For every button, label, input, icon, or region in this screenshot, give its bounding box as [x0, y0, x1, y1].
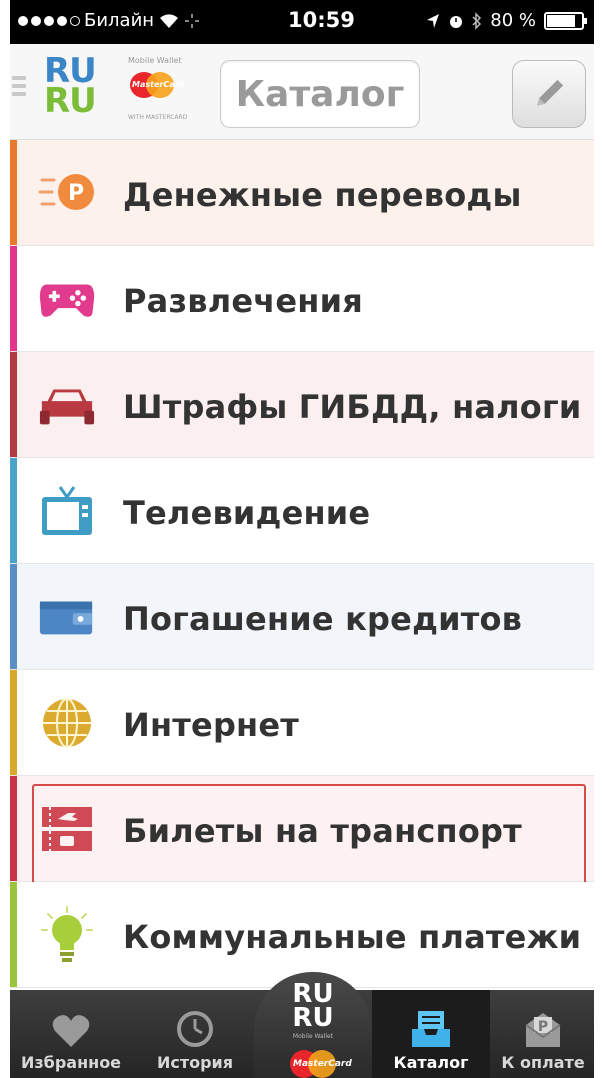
list-item[interactable]: P Денежные переводы [10, 140, 594, 246]
tray-icon [412, 1011, 450, 1047]
lightbulb-icon [38, 906, 96, 962]
list-item-label: Денежные переводы [123, 176, 522, 214]
list-item[interactable]: Штрафы ГИБДД, налоги [10, 352, 594, 458]
carrier-name: Билайн [84, 10, 155, 31]
svg-text:P: P [68, 181, 84, 206]
mobile-wallet-caption: Mobile Wallet [128, 56, 182, 65]
list-item-label: Коммунальные платежи [123, 918, 582, 956]
status-right: 80 % [426, 10, 587, 31]
list-item-label: Погашение кредитов [123, 600, 523, 638]
list-item-label: Интернет [123, 706, 300, 744]
center-mastercard-logo: MasterCard [290, 1050, 352, 1078]
globe-icon [38, 696, 96, 750]
ticket-icon [38, 802, 96, 856]
list-item[interactable]: Билеты на транспорт [10, 776, 594, 890]
alarm-icon [450, 15, 463, 28]
tab-label: Каталог [393, 1053, 469, 1072]
menu-icon[interactable] [12, 76, 26, 102]
center-logo-text: RU RU [292, 979, 334, 1033]
tab-label: Избранное [20, 1053, 122, 1072]
battery-icon [544, 11, 587, 30]
list-item[interactable]: Развлечения [10, 246, 594, 352]
catalog-list: P Денежные переводы Развлечения Штрафы Г… [10, 140, 594, 988]
pencil-icon [536, 79, 564, 107]
tab-home-logo[interactable]: RU RU Mobile Wallet MasterCard [254, 972, 372, 1078]
svg-text:P: P [538, 1019, 548, 1035]
list-item[interactable]: Телевидение [10, 458, 594, 564]
list-item-label: Штрафы ГИБДД, налоги [123, 388, 582, 426]
tab-label: К оплате [501, 1053, 585, 1072]
clock-icon [177, 1011, 213, 1047]
tab-label: История [156, 1053, 234, 1072]
heart-icon [52, 1015, 90, 1047]
phone-screen: Билайн 10:59 80 % RU RU Mobile Wallet Ma… [10, 0, 594, 1078]
list-item[interactable]: Погашение кредитов [10, 564, 594, 670]
ruru-logo: RU RU Mobile Wallet MasterCard WITH MAST… [44, 51, 194, 132]
edit-button[interactable] [512, 60, 586, 128]
tab-favorites[interactable]: Избранное [10, 990, 132, 1078]
signal-icon [18, 15, 80, 26]
clock: 10:59 [288, 8, 355, 32]
page-title: Каталог [220, 60, 420, 128]
gamepad-icon [38, 272, 96, 326]
carrier-info: Билайн [18, 10, 200, 31]
status-bar: Билайн 10:59 80 % [10, 0, 594, 44]
list-item-label: Телевидение [123, 494, 371, 532]
payment-envelope-icon: P [525, 1013, 561, 1047]
tab-history[interactable]: История [136, 990, 254, 1078]
with-mastercard-caption: WITH MASTERCARD [128, 114, 188, 121]
center-mobile-wallet-caption: Mobile Wallet [292, 1033, 334, 1040]
wallet-icon [38, 590, 96, 644]
battery-percent: 80 % [490, 10, 536, 31]
list-item[interactable]: Интернет [10, 670, 594, 776]
loading-icon [185, 13, 200, 28]
tv-icon [38, 484, 96, 538]
wifi-icon [160, 13, 179, 28]
logo-text: RU RU [44, 51, 97, 121]
list-item-label: Развлечения [123, 282, 363, 320]
car-icon [38, 378, 96, 432]
location-icon [427, 13, 440, 28]
app-header: RU RU Mobile Wallet MasterCard WITH MAST… [10, 44, 594, 140]
tab-catalog[interactable]: Каталог [372, 990, 490, 1078]
bluetooth-icon [472, 11, 482, 30]
list-item-label: Билеты на транспорт [123, 812, 522, 850]
money-transfer-icon: P [38, 166, 96, 220]
mastercard-logo: MasterCard [130, 72, 184, 98]
tab-to-pay[interactable]: P К оплате [492, 990, 594, 1078]
